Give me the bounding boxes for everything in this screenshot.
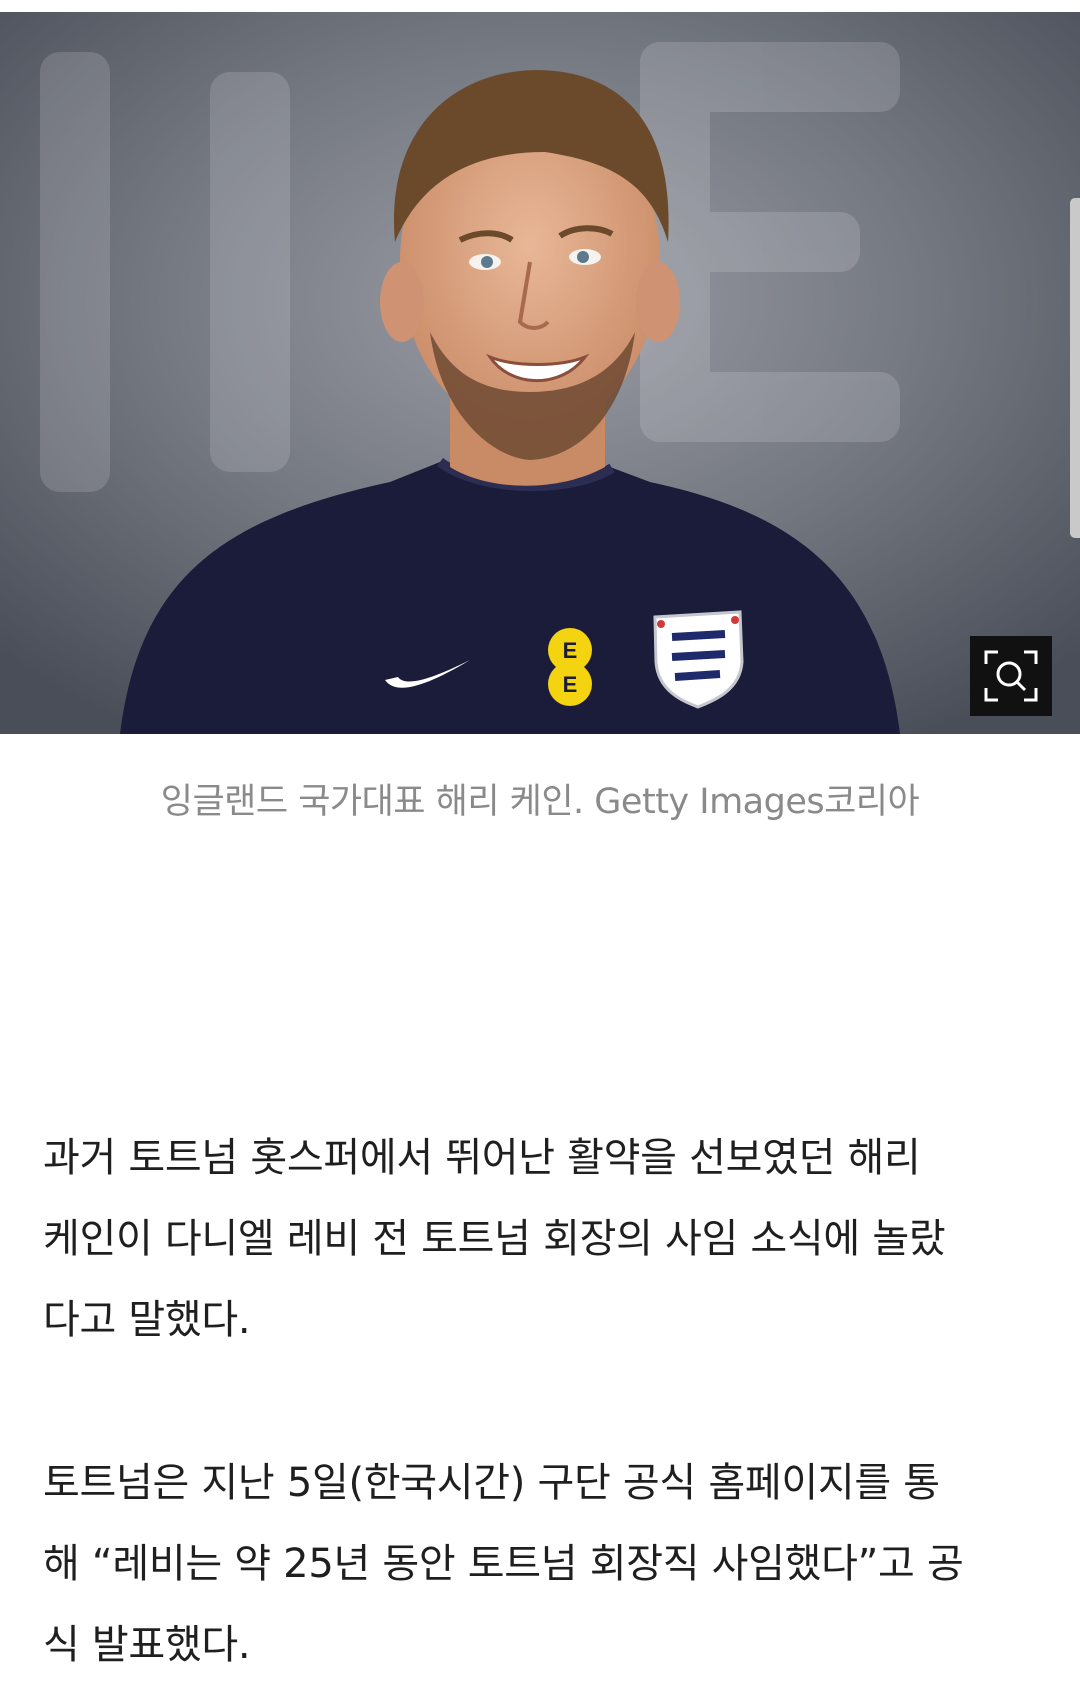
zoom-search-icon <box>984 650 1038 702</box>
article-paragraph: 과거 토트넘 홋스퍼에서 뛰어난 활약을 선보였던 해리 케인이 다니엘 레비 … <box>43 1118 1043 1361</box>
zoom-button[interactable] <box>970 636 1052 716</box>
svg-text:E: E <box>563 638 578 663</box>
paragraph-line: 다고 말했다. <box>43 1297 251 1343</box>
article-photo[interactable]: E E <box>0 12 1080 734</box>
paragraph-line: 토트넘은 지난 5일(한국시간) 구단 공식 홈페이지를 통 <box>43 1460 940 1506</box>
player-illustration: E E <box>0 12 1080 734</box>
paragraph-line: 케인이 다니엘 레비 전 토트넘 회장의 사임 소식에 놀랐 <box>43 1216 946 1262</box>
article-body: 과거 토트넘 홋스퍼에서 뛰어난 활약을 선보였던 해리 케인이 다니엘 레비 … <box>43 1118 1043 1686</box>
photo-caption: 잉글랜드 국가대표 해리 케인. Getty Images코리아 <box>160 782 920 822</box>
svg-text:E: E <box>563 672 578 697</box>
scrollbar-thumb[interactable] <box>1070 198 1080 538</box>
article-paragraph: 토트넘은 지난 5일(한국시간) 구단 공식 홈페이지를 통 해 “레비는 약 … <box>43 1443 1043 1686</box>
paragraph-line: 해 “레비는 약 25년 동안 토트넘 회장직 사임했다”고 공 <box>43 1541 964 1587</box>
paragraph-line: 식 발표했다. <box>43 1622 251 1668</box>
paragraph-line: 과거 토트넘 홋스퍼에서 뛰어난 활약을 선보였던 해리 <box>43 1135 921 1181</box>
